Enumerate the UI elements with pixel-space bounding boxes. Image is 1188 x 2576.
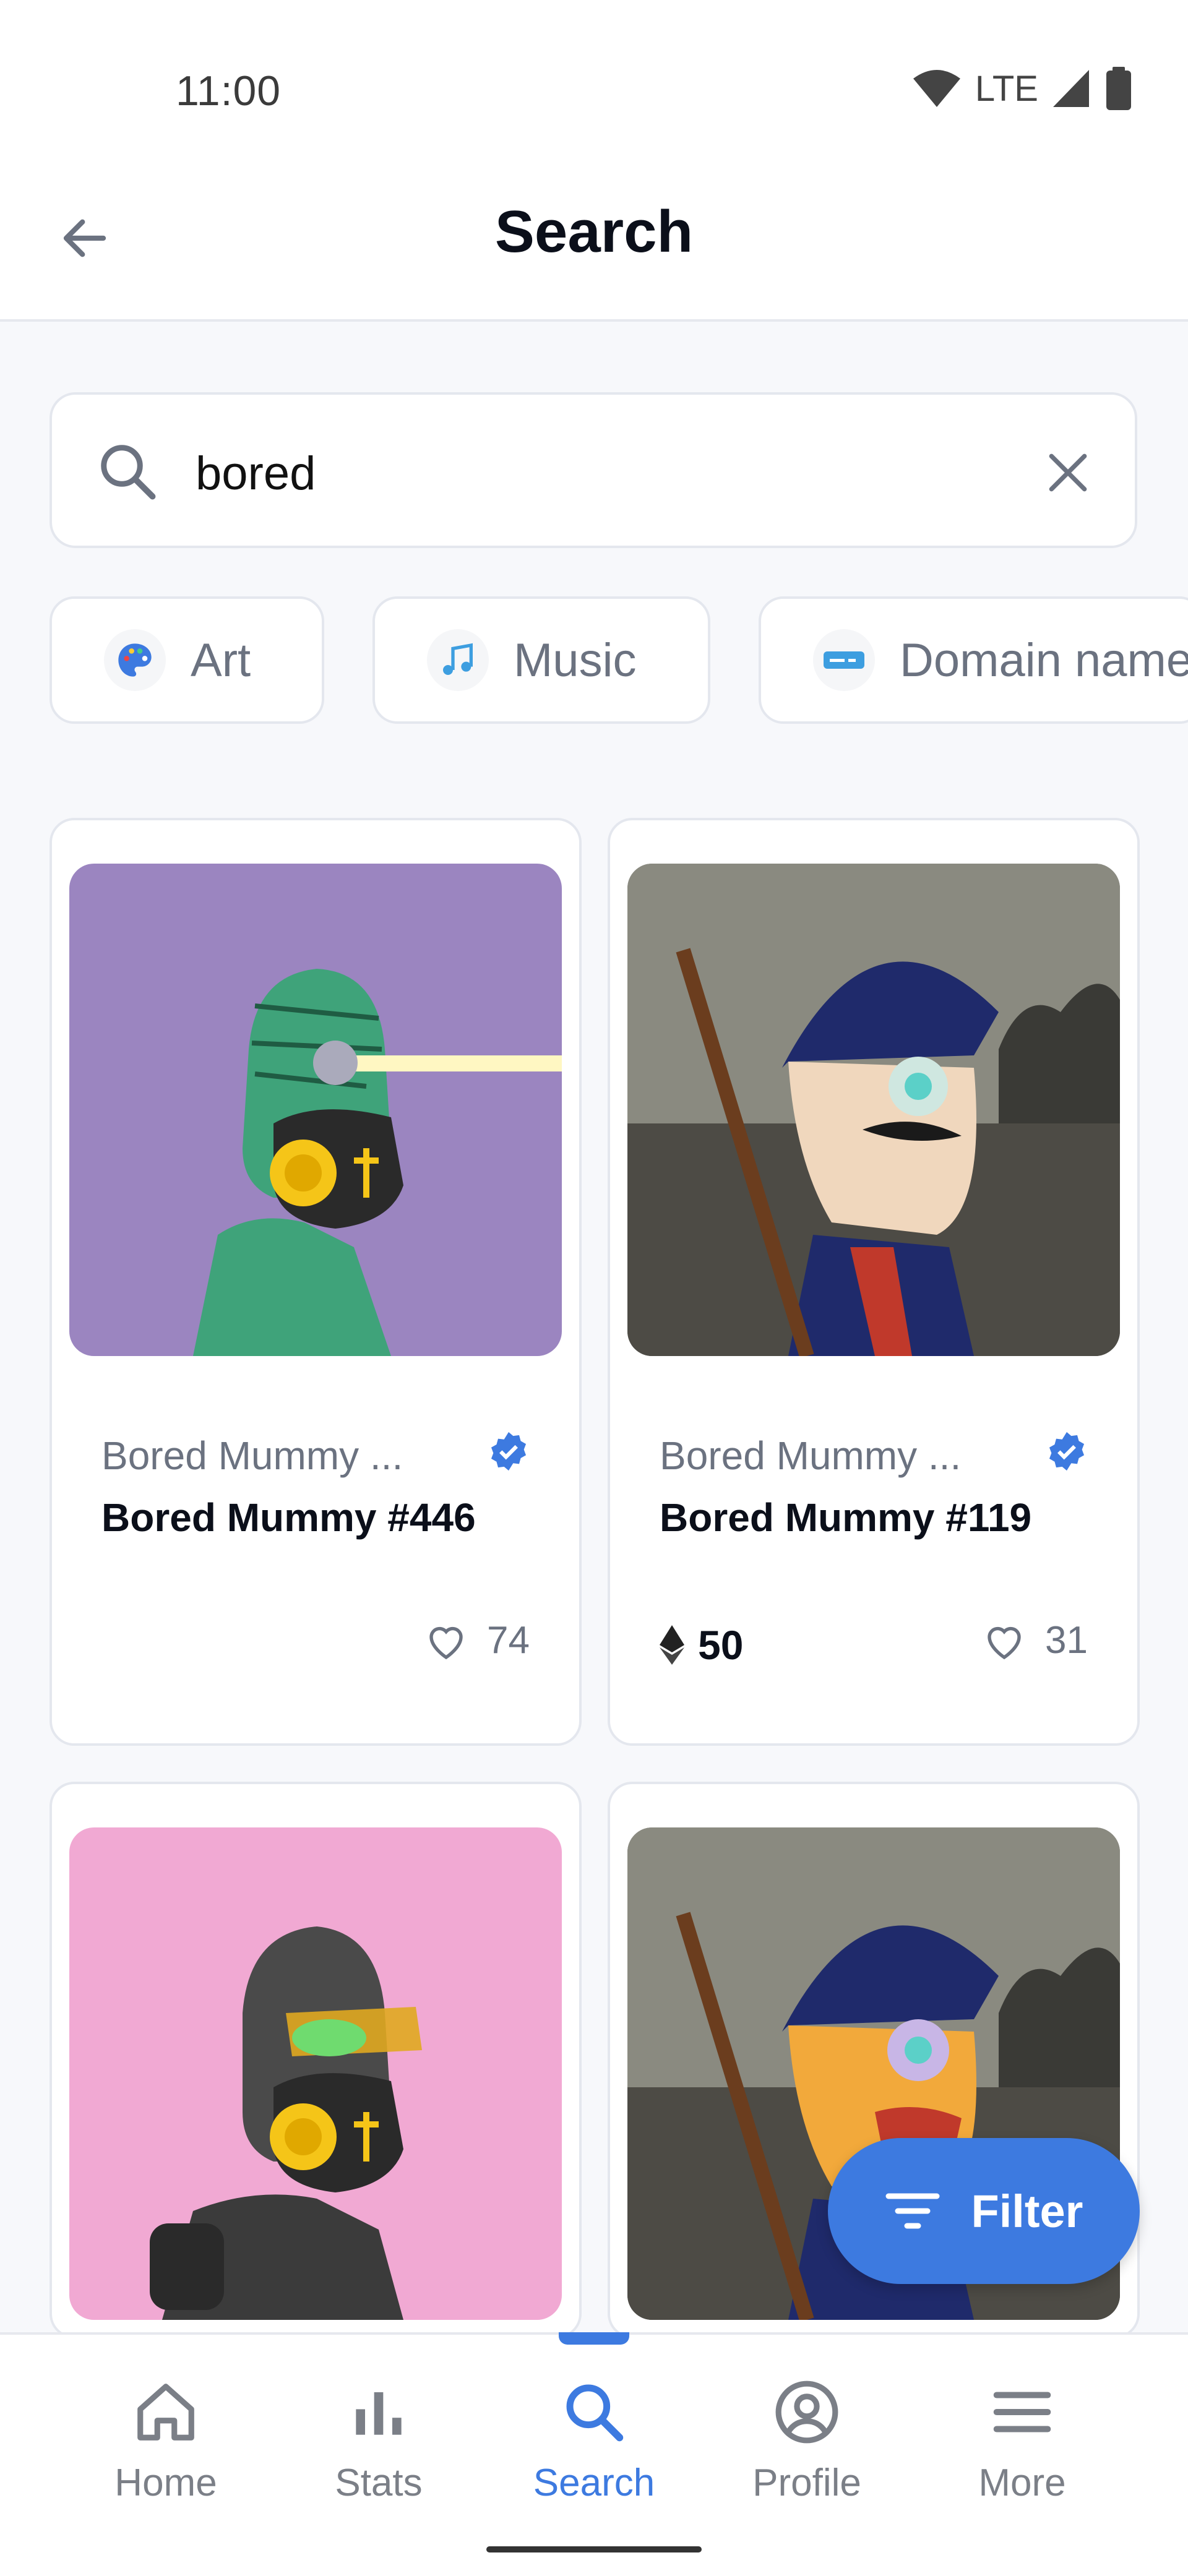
signal-icon xyxy=(1053,70,1089,107)
search-icon xyxy=(101,445,156,500)
nav-label: More xyxy=(978,2462,1066,2504)
nft-card[interactable] xyxy=(50,1782,582,2338)
clear-search-button[interactable] xyxy=(1038,443,1098,502)
nav-label: Profile xyxy=(752,2462,861,2504)
palette-icon xyxy=(104,629,166,691)
nft-name: Bored Mummy #446 xyxy=(101,1495,476,1540)
domain-icon xyxy=(813,629,875,691)
chip-label: Art xyxy=(191,633,251,687)
home-icon xyxy=(137,2384,194,2441)
price: 50 xyxy=(660,1621,743,1668)
like-button[interactable]: 31 xyxy=(982,1618,1088,1662)
nft-image xyxy=(627,864,1120,1356)
bottom-nav: Home Stats Search Profile More xyxy=(0,2332,1188,2576)
collection-name: Bored Mummy ... xyxy=(660,1433,962,1478)
status-icons: LTE xyxy=(912,67,1132,110)
collection-name: Bored Mummy ... xyxy=(101,1433,403,1478)
home-indicator xyxy=(486,2546,702,2552)
chip-domain-names[interactable]: Domain names xyxy=(759,596,1188,724)
verified-badge-icon xyxy=(1049,1432,1085,1471)
search-icon xyxy=(566,2384,624,2442)
status-bar: 11:00 LTE xyxy=(0,0,1188,173)
verified-badge-icon xyxy=(491,1432,527,1471)
nft-image xyxy=(69,864,562,1356)
page-title: Search xyxy=(494,199,694,265)
nav-home[interactable]: Home xyxy=(79,2372,252,2505)
like-count: 31 xyxy=(1045,1619,1088,1662)
network-type: LTE xyxy=(975,68,1038,109)
search-input[interactable] xyxy=(194,429,1001,517)
filter-label: Filter xyxy=(971,2185,1083,2237)
menu-icon xyxy=(993,2392,1051,2432)
battery-icon xyxy=(1106,67,1131,110)
nft-card[interactable]: Bored Mummy ... Bored Mummy #446 74 xyxy=(50,818,582,1746)
nav-label: Stats xyxy=(335,2462,423,2504)
nft-image xyxy=(69,1827,562,2320)
nft-name: Bored Mummy #119 xyxy=(660,1495,1032,1540)
nft-card[interactable]: Bored Mummy ... Bored Mummy #119 50 31 xyxy=(608,818,1140,1746)
like-count: 74 xyxy=(487,1619,530,1662)
chip-label: Music xyxy=(514,633,637,687)
status-time: 11:00 xyxy=(176,67,282,114)
price-value: 50 xyxy=(698,1622,744,1668)
user-circle-icon xyxy=(775,2381,838,2444)
nav-profile[interactable]: Profile xyxy=(720,2372,893,2505)
nav-label: Search xyxy=(533,2462,655,2504)
wifi-icon xyxy=(913,70,960,107)
like-button[interactable]: 74 xyxy=(424,1618,530,1662)
nav-search[interactable]: Search xyxy=(507,2372,681,2505)
filter-icon xyxy=(885,2193,940,2229)
filter-button[interactable]: Filter xyxy=(828,2138,1140,2284)
search-box xyxy=(50,392,1137,548)
nav-stats[interactable]: Stats xyxy=(292,2372,465,2505)
bar-chart-icon xyxy=(356,2392,402,2435)
ethereum-icon xyxy=(660,1625,684,1665)
active-tab-indicator xyxy=(559,2332,629,2345)
chip-label: Domain names xyxy=(900,633,1188,687)
close-icon xyxy=(1049,453,1087,492)
chip-music[interactable]: Music xyxy=(372,596,710,724)
heart-icon xyxy=(988,1626,1021,1659)
nav-label: Home xyxy=(114,2462,217,2504)
nav-more[interactable]: More xyxy=(936,2372,1109,2505)
music-notes-icon xyxy=(427,629,489,691)
heart-icon xyxy=(429,1626,463,1659)
chip-art[interactable]: Art xyxy=(50,596,324,724)
